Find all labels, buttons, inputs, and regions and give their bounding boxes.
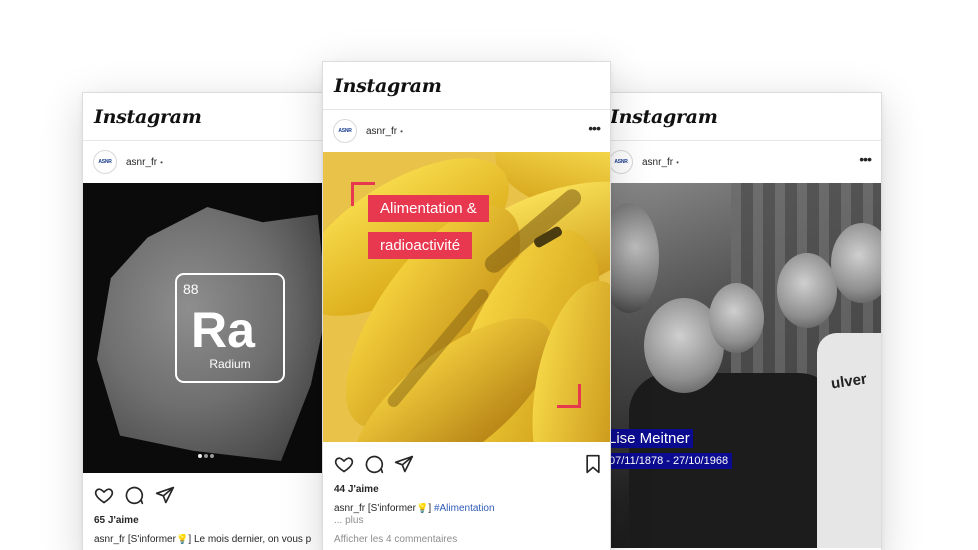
post-card-radium: Instagram ASNR asnr_fr • 88 Ra Radium 65… — [82, 92, 330, 550]
more-icon[interactable]: ••• — [588, 121, 601, 135]
app-header: Instagram — [323, 62, 610, 110]
post-image[interactable]: Alimentation & radioactivité — [323, 152, 610, 442]
caption-text: [S'informer💡] — [367, 503, 434, 514]
atomic-number: 88 — [183, 281, 199, 297]
username[interactable]: asnr_fr — [366, 126, 397, 137]
title-tag-line1: Alimentation & — [368, 195, 489, 222]
person-figure: ulver — [817, 333, 881, 548]
instagram-logo[interactable]: Instagram — [94, 106, 202, 128]
username[interactable]: asnr_fr — [126, 157, 157, 168]
post-image[interactable]: 88 Ra Radium — [83, 183, 329, 473]
avatar[interactable]: ASNR — [333, 119, 357, 143]
post-header: ASNR asnr_fr • — [83, 141, 329, 183]
action-bar — [83, 473, 329, 515]
share-icon[interactable] — [155, 485, 175, 505]
more-link[interactable]: ... plus — [323, 515, 610, 526]
caption-username[interactable]: asnr_fr — [334, 503, 365, 514]
avatar-logo: ASNR — [338, 128, 352, 134]
element-symbol: Ra — [191, 302, 255, 358]
post-card-meitner: Instagram ASNR asnr_fr • ••• ulver Lise … — [598, 92, 882, 550]
person-name-caption: Lise Meitner — [605, 429, 693, 448]
periodic-tile: 88 Ra Radium — [175, 273, 285, 383]
post-image[interactable]: ulver Lise Meitner 07/11/1878 - 27/10/19… — [599, 183, 881, 548]
avatar-logo: ASNR — [98, 159, 112, 165]
caption-text: [S'informer💡] Le mois dernier, on vous p — [127, 534, 312, 545]
element-name: Radium — [209, 357, 251, 371]
avatar[interactable]: ASNR — [93, 150, 117, 174]
caption-username[interactable]: asnr_fr — [94, 534, 125, 545]
action-bar — [323, 442, 610, 484]
caption: asnr_fr [S'informer💡] #Alimentation — [323, 503, 610, 514]
hashtag-link[interactable]: #Alimentation — [434, 503, 495, 514]
view-comments-link[interactable]: Afficher les 4 commentaires — [323, 534, 610, 545]
comment-icon[interactable] — [364, 454, 384, 474]
post-header: ASNR asnr_fr • ••• — [323, 110, 610, 152]
carousel-indicator — [83, 445, 329, 463]
heart-icon[interactable] — [334, 454, 354, 474]
caption: asnr_fr [S'informer💡] Le mois dernier, o… — [83, 534, 329, 545]
username[interactable]: asnr_fr — [642, 157, 673, 168]
comment-icon[interactable] — [124, 485, 144, 505]
app-header: Instagram — [599, 93, 881, 141]
like-count[interactable]: 44 J'aime — [323, 484, 610, 495]
bookmark-icon[interactable] — [583, 454, 603, 474]
app-header: Instagram — [83, 93, 329, 141]
instagram-logo[interactable]: Instagram — [610, 106, 718, 128]
separator-dot: • — [400, 126, 403, 136]
post-card-bananas: Instagram ASNR asnr_fr • ••• Alimentatio… — [322, 61, 611, 550]
title-tag-line2: radioactivité — [368, 232, 473, 259]
post-header: ASNR asnr_fr • ••• — [599, 141, 881, 183]
person-figure — [709, 283, 764, 353]
separator-dot: • — [676, 157, 679, 167]
more-icon[interactable]: ••• — [859, 152, 872, 166]
heart-icon[interactable] — [94, 485, 114, 505]
like-count[interactable]: 65 J'aime — [83, 515, 329, 526]
share-icon[interactable] — [394, 454, 414, 474]
avatar[interactable]: ASNR — [609, 150, 633, 174]
person-figure — [777, 253, 837, 328]
instagram-logo[interactable]: Instagram — [334, 75, 442, 97]
avatar-logo: ASNR — [614, 159, 628, 165]
sweater-lettering: ulver — [829, 370, 868, 393]
dates-caption: 07/11/1878 - 27/10/1968 — [605, 453, 733, 469]
separator-dot: • — [160, 157, 163, 167]
corner-bracket — [557, 384, 581, 408]
